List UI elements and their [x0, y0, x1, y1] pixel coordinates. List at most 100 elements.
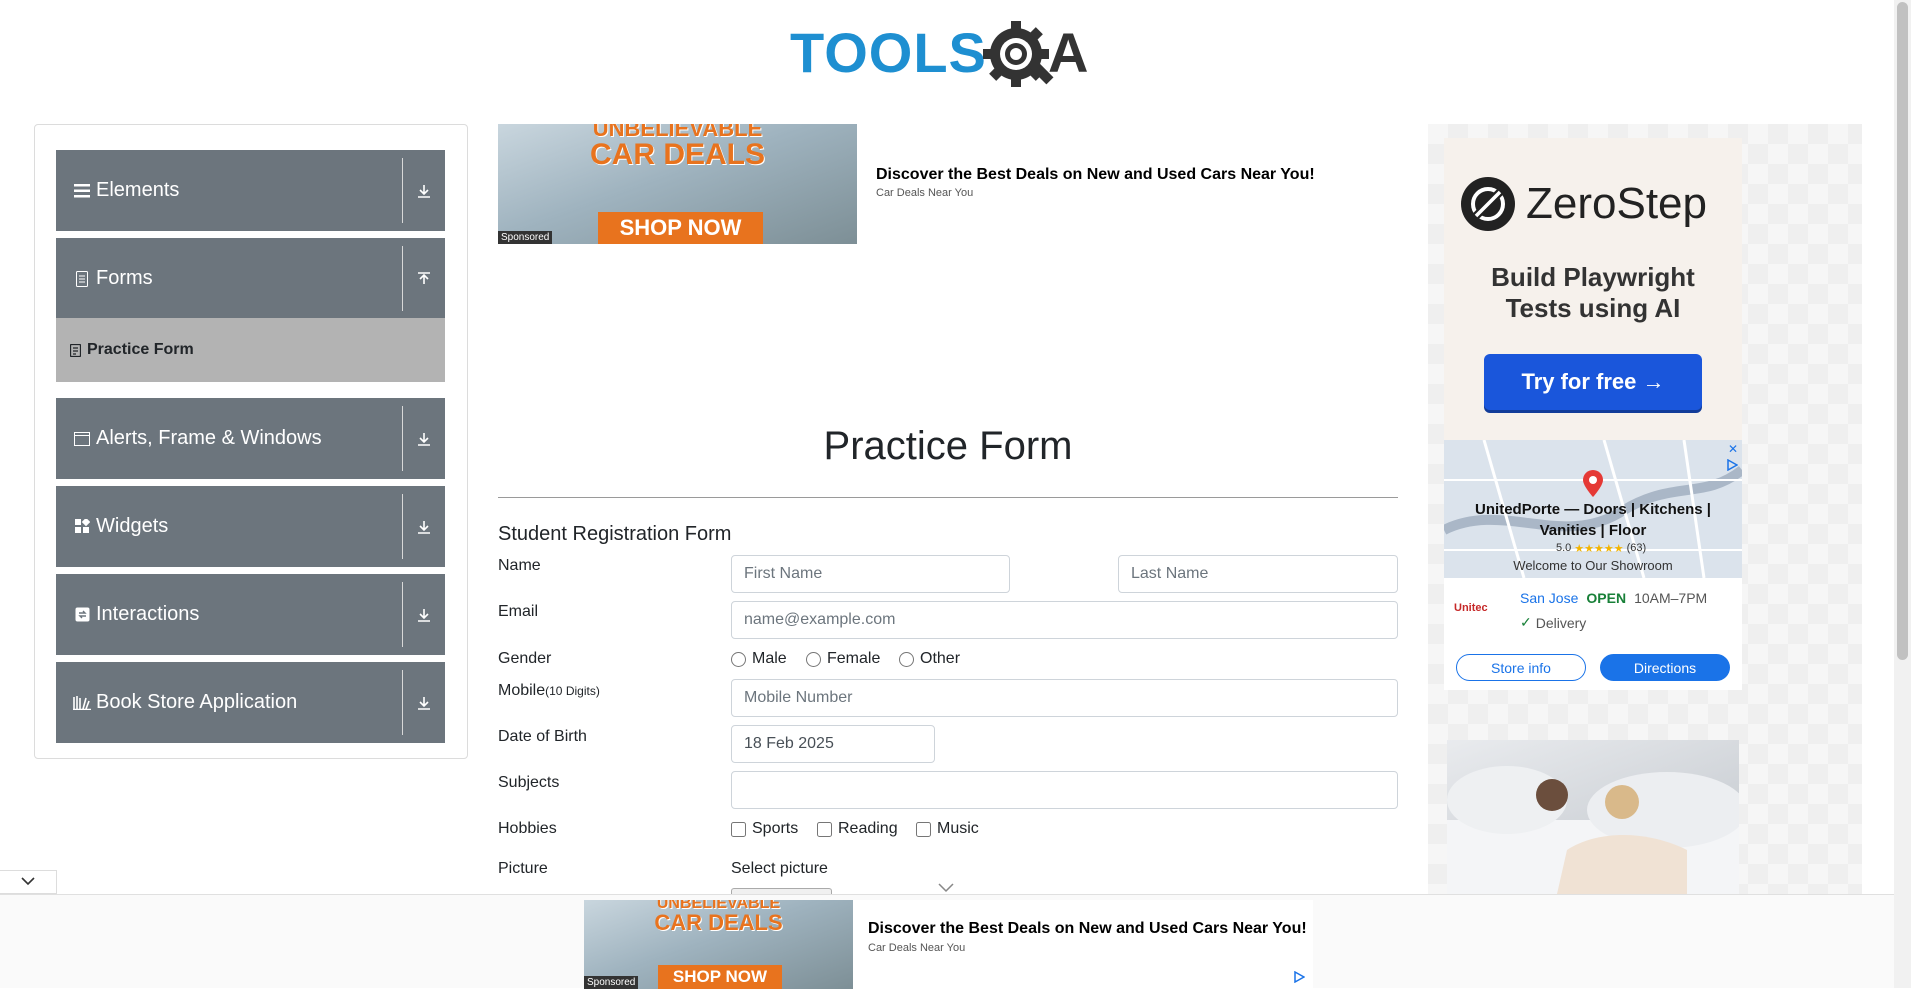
- radio-label: Female: [827, 650, 881, 667]
- nav-group-label: Forms: [96, 267, 153, 289]
- download-arrow-icon[interactable]: [403, 519, 445, 535]
- radio-button[interactable]: [731, 651, 746, 667]
- hobby-checkbox-sports[interactable]: Sports: [731, 820, 798, 838]
- nav-group-forms[interactable]: Forms: [56, 238, 445, 319]
- last-name-input[interactable]: [1118, 555, 1398, 593]
- ad-shop-now-button[interactable]: SHOP NOW: [598, 212, 763, 244]
- zerostep-headline: Build Playwright Tests using AI: [1491, 262, 1695, 324]
- gender-radio-other[interactable]: Other: [899, 650, 960, 668]
- try-for-free-button[interactable]: Try for free →: [1484, 354, 1702, 410]
- zerostep-ad[interactable]: ZeroStep Build Playwright Tests using AI…: [1444, 138, 1742, 440]
- ad-shop-now-button[interactable]: SHOP NOW: [658, 965, 782, 989]
- directions-button[interactable]: Directions: [1600, 654, 1730, 681]
- radio-button[interactable]: [806, 651, 821, 667]
- collapse-ad-button[interactable]: [0, 870, 57, 894]
- chevron-down-icon: [21, 873, 35, 891]
- nav-item-practice-form[interactable]: Practice Form: [56, 318, 445, 382]
- toolsqa-logo[interactable]: TOOLS A: [788, 14, 1113, 92]
- date-of-birth-input[interactable]: [731, 725, 935, 763]
- store-info-button[interactable]: Store info: [1456, 654, 1586, 681]
- vertical-scrollbar[interactable]: [1894, 0, 1911, 988]
- nav-group-label: Alerts, Frame & Windows: [96, 427, 322, 449]
- download-arrow-icon[interactable]: [403, 183, 445, 199]
- store-city[interactable]: San Jose: [1520, 590, 1578, 606]
- nav-group-widgets[interactable]: Widgets: [56, 486, 445, 567]
- mobile-number-input[interactable]: [731, 679, 1398, 717]
- ad-title[interactable]: Discover the Best Deals on New and Used …: [868, 920, 1307, 938]
- interactions-icon: [72, 605, 92, 625]
- document-icon: [72, 269, 92, 289]
- mobile-label-text: Mobile: [498, 682, 546, 699]
- email-label: Email: [498, 603, 539, 620]
- adchoices-icon[interactable]: [1293, 970, 1306, 988]
- map-ad-welcome: Welcome to Our Showroom: [1513, 558, 1673, 573]
- ad-image[interactable]: UNBELIEVABLE CAR DEALS SHOP NOW Sponsore…: [498, 124, 857, 244]
- adchoices-icon[interactable]: [1726, 458, 1739, 476]
- checkbox[interactable]: [916, 821, 931, 837]
- widgets-icon: [72, 517, 92, 537]
- store-hours-row: San Jose OPEN 10AM–7PM: [1520, 590, 1707, 606]
- name-label: Name: [498, 557, 541, 574]
- nav-group-interactions[interactable]: Interactions: [56, 574, 445, 655]
- svg-text:A: A: [1048, 21, 1088, 84]
- rating-value: 5.0: [1556, 542, 1572, 554]
- scrollbar-thumb[interactable]: [1897, 2, 1908, 660]
- checkbox-label: Music: [937, 820, 979, 837]
- star-rating-icon: ★★★★★: [1574, 543, 1624, 555]
- form-icon: [70, 343, 81, 357]
- hobby-checkbox-music[interactable]: Music: [916, 820, 979, 838]
- ad-close-icon[interactable]: ✕: [1728, 442, 1738, 456]
- rating-row: 5.0 ★★★★★ (63): [1556, 542, 1646, 555]
- nav-group-elements[interactable]: Elements: [56, 150, 445, 231]
- download-arrow-icon[interactable]: [403, 695, 445, 711]
- svg-text:TOOLS: TOOLS: [790, 21, 987, 84]
- first-name-input[interactable]: [731, 555, 1010, 593]
- map-ad[interactable]: ✕ UnitedPorte — Doors | Kitchens | Vanit…: [1444, 440, 1742, 690]
- delivery-label: Delivery: [1535, 614, 1587, 631]
- delivery-row: ✓ Delivery: [1520, 614, 1586, 631]
- checkbox[interactable]: [731, 821, 746, 837]
- upload-arrow-icon[interactable]: [403, 271, 445, 287]
- map-ad-title[interactable]: UnitedPorte — Doors | Kitchens | Vanitie…: [1464, 499, 1722, 541]
- nav-group-label: Widgets: [96, 515, 169, 537]
- select-picture-label: Select picture: [731, 860, 828, 877]
- subjects-label: Subjects: [498, 774, 560, 791]
- ad-text-panel[interactable]: Discover the Best Deals on New and Used …: [853, 900, 1313, 989]
- email-input[interactable]: [731, 601, 1398, 639]
- mattress-ad-image[interactable]: [1447, 740, 1739, 894]
- books-icon: [72, 693, 92, 713]
- nav-group-alerts-frame-windows[interactable]: Alerts, Frame & Windows: [56, 398, 445, 479]
- mobile-label: Mobile(10 Digits): [498, 682, 600, 700]
- gender-radio-male[interactable]: Male: [731, 650, 787, 668]
- sponsored-label: Sponsored: [498, 231, 553, 244]
- rating-count: (63): [1626, 542, 1647, 554]
- nav-item-label: Practice Form: [87, 341, 194, 358]
- ad-image[interactable]: UNBELIEVABLE CAR DEALS SHOP NOW Sponsore…: [584, 900, 853, 989]
- nav-group-label: Book Store Application: [96, 691, 298, 713]
- mobile-hint: (10 Digits): [545, 684, 600, 698]
- checkbox[interactable]: [817, 821, 832, 837]
- gear-magnifier-icon: [983, 21, 1054, 87]
- sticky-bottom-ad[interactable]: UNBELIEVABLE CAR DEALS SHOP NOW Sponsore…: [0, 894, 1894, 989]
- gender-radio-female[interactable]: Female: [806, 650, 880, 668]
- ad-subtitle: Car Deals Near You: [868, 942, 966, 954]
- nav-group-label: Elements: [96, 179, 180, 201]
- zerostep-logo-icon: [1461, 177, 1515, 231]
- radio-button[interactable]: [899, 651, 914, 667]
- nav-group-book-store[interactable]: Book Store Application: [56, 662, 445, 743]
- ad-subtitle: Car Deals Near You: [876, 187, 974, 199]
- ad-title[interactable]: Discover the Best Deals on New and Used …: [876, 166, 1315, 184]
- sponsored-ad-top[interactable]: UNBELIEVABLE CAR DEALS SHOP NOW Sponsore…: [498, 124, 1398, 244]
- window-icon: [72, 429, 92, 449]
- zerostep-brand: ZeroStep: [1526, 179, 1707, 228]
- hobby-checkbox-reading[interactable]: Reading: [817, 820, 898, 838]
- form-title: Student Registration Form: [498, 523, 732, 545]
- download-arrow-icon[interactable]: [403, 607, 445, 623]
- checkbox-label: Sports: [752, 820, 799, 837]
- radio-label: Male: [752, 650, 787, 667]
- radio-label: Other: [920, 650, 961, 667]
- ad-image-headline: CAR DEALS: [654, 910, 783, 935]
- subjects-input[interactable]: [731, 771, 1398, 809]
- download-arrow-icon[interactable]: [403, 431, 445, 447]
- page-title: Practice Form: [823, 424, 1073, 468]
